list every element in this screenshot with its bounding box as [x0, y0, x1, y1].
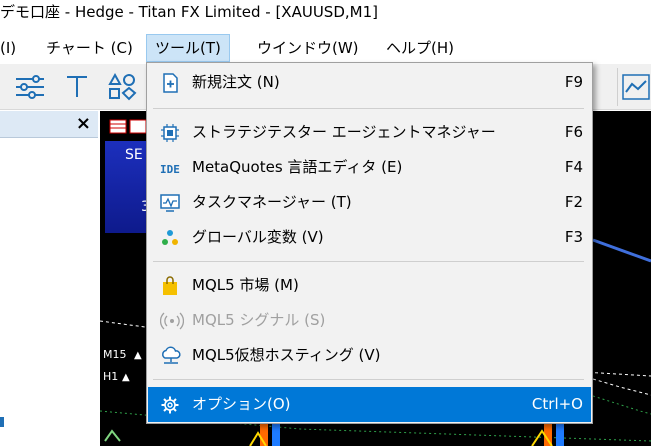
- shapes-icon[interactable]: [108, 72, 138, 102]
- menu-item-global-variables[interactable]: グローバル変数 (V) F3: [148, 220, 591, 255]
- menu-separator: [153, 108, 584, 109]
- sell-label: SE: [125, 147, 143, 163]
- menu-item-shortcut: F6: [564, 123, 583, 141]
- line-chart-icon[interactable]: [622, 74, 650, 100]
- signal-icon: [160, 312, 184, 330]
- menu-item-new-order[interactable]: 新規注文 (N) F9: [148, 65, 591, 100]
- toolbar-divider: [617, 68, 618, 106]
- menu-item-label: タスクマネージャー (T): [192, 193, 352, 211]
- menu-separator: [153, 379, 584, 380]
- monitor-icon: [160, 194, 180, 212]
- menu-item-shortcut: Ctrl+O: [531, 395, 583, 413]
- menu-view[interactable]: (I): [0, 34, 16, 62]
- menu-help[interactable]: ヘルプ(H): [386, 34, 454, 62]
- cloud-icon: [162, 346, 181, 364]
- new-order-icon: [163, 73, 178, 93]
- menu-bar: (I) チャート (C) ツール(T) ウインドウ(W) ヘルプ(H): [0, 30, 651, 64]
- ide-icon: IDE: [160, 163, 180, 176]
- menu-item-label: MQL5仮想ホスティング (V): [192, 346, 381, 364]
- triangle-icon: ▲: [134, 350, 142, 361]
- scroll-marker: [0, 417, 4, 427]
- menu-item-task-manager[interactable]: タスクマネージャー (T) F2: [148, 185, 591, 220]
- menu-item-virtual-hosting[interactable]: MQL5仮想ホスティング (V): [148, 338, 591, 373]
- window-title: デモ口座 - Hedge - Titan FX Limited - [XAUUS…: [0, 0, 651, 28]
- menu-item-shortcut: F3: [564, 228, 583, 246]
- navigator-panel: ×: [0, 111, 98, 446]
- menu-item-shortcut: F2: [564, 193, 583, 211]
- text-tool-icon[interactable]: [64, 73, 90, 101]
- menu-separator: [153, 261, 584, 262]
- menu-item-label: MQL5 シグナル (S): [192, 311, 326, 329]
- trade-panel[interactable]: SE 3: [105, 141, 151, 233]
- chip-icon: [161, 124, 179, 142]
- timeframe-h1: H1: [103, 370, 119, 383]
- close-icon[interactable]: ×: [76, 113, 91, 135]
- menu-item-label: ストラテジテスター エージェントマネジャー: [192, 123, 496, 141]
- menu-item-shortcut: F9: [564, 73, 583, 91]
- timeframe-m15: M15: [103, 348, 127, 361]
- menu-item-options[interactable]: オプション(O) Ctrl+O: [148, 387, 591, 422]
- shopping-bag-icon: [163, 276, 177, 295]
- navigator-header: ×: [0, 111, 98, 138]
- dots-icon: [162, 230, 178, 245]
- menu-item-label: MQL5 市場 (M): [192, 276, 299, 294]
- indicators-icon[interactable]: [14, 73, 46, 101]
- menu-item-metaeditor[interactable]: IDE MetaQuotes 言語エディタ (E) F4: [148, 150, 591, 185]
- menu-window[interactable]: ウインドウ(W): [257, 34, 359, 62]
- menu-item-label: 新規注文 (N): [192, 73, 280, 91]
- menu-chart[interactable]: チャート (C): [46, 34, 133, 62]
- menu-item-signals: MQL5 シグナル (S): [148, 303, 591, 338]
- menu-item-label: オプション(O): [192, 395, 291, 413]
- menu-item-agents-manager[interactable]: ストラテジテスター エージェントマネジャー F6: [148, 115, 591, 150]
- menu-tools[interactable]: ツール(T): [146, 34, 230, 62]
- tools-menu: 新規注文 (N) F9 ストラテジテスター エージェントマネジャー F6 IDE…: [146, 62, 593, 424]
- triangle-icon: ▲: [122, 372, 130, 383]
- gear-icon: [161, 396, 179, 414]
- menu-item-label: MetaQuotes 言語エディタ (E): [192, 158, 403, 176]
- svg-text:IDE: IDE: [160, 163, 180, 176]
- menu-item-shortcut: F4: [564, 158, 583, 176]
- menu-item-label: グローバル変数 (V): [192, 228, 324, 246]
- menu-item-market[interactable]: MQL5 市場 (M): [148, 268, 591, 303]
